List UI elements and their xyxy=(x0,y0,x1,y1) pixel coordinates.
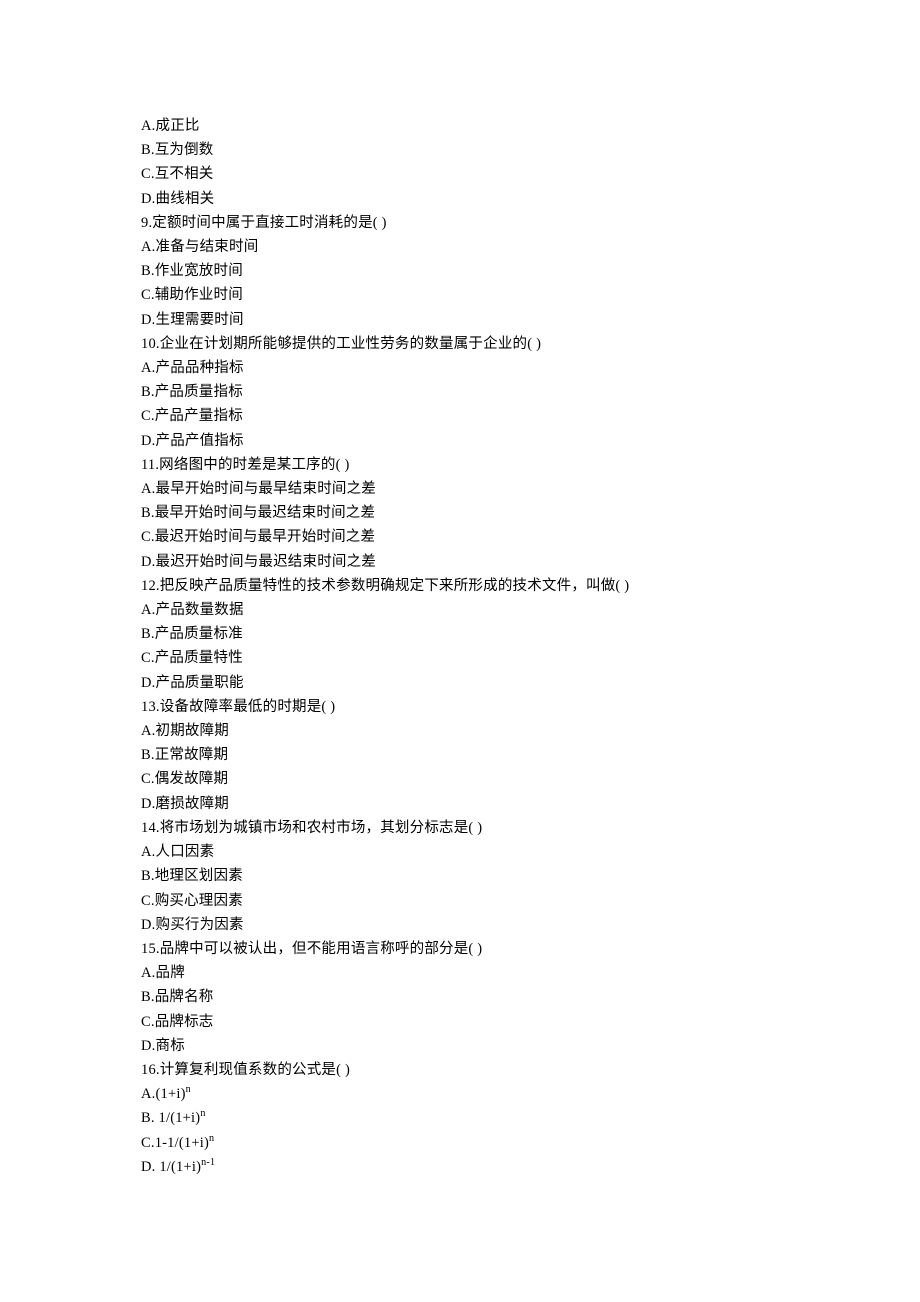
text-line: 13.设备故障率最低的时期是( ) xyxy=(141,695,781,719)
text-line: C.产品产量指标 xyxy=(141,404,781,428)
text-line: A.人口因素 xyxy=(141,840,781,864)
text-line: B.品牌名称 xyxy=(141,985,781,1009)
text-line: C.产品质量特性 xyxy=(141,646,781,670)
text-line: A.初期故障期 xyxy=(141,719,781,743)
text-line: B.最早开始时间与最迟结束时间之差 xyxy=(141,501,781,525)
text-line: C.互不相关 xyxy=(141,162,781,186)
text-line: D.生理需要时间 xyxy=(141,308,781,332)
text-line: D. 1/(1+i)n-1 xyxy=(141,1155,781,1179)
text-line: B.产品质量指标 xyxy=(141,380,781,404)
text-line: A.(1+i)n xyxy=(141,1082,781,1106)
text-line: C.偶发故障期 xyxy=(141,767,781,791)
text-line: C.辅助作业时间 xyxy=(141,283,781,307)
text-line: D.最迟开始时间与最迟结束时间之差 xyxy=(141,550,781,574)
text-line: B.地理区划因素 xyxy=(141,864,781,888)
text-line: D.曲线相关 xyxy=(141,187,781,211)
text-line: C.最迟开始时间与最早开始时间之差 xyxy=(141,525,781,549)
text-line: D.商标 xyxy=(141,1034,781,1058)
text-line: C.购买心理因素 xyxy=(141,889,781,913)
text-line: D.产品产值指标 xyxy=(141,429,781,453)
text-line: D.产品质量职能 xyxy=(141,671,781,695)
text-line: 10.企业在计划期所能够提供的工业性劳务的数量属于企业的( ) xyxy=(141,332,781,356)
text-line: A.最早开始时间与最早结束时间之差 xyxy=(141,477,781,501)
text-line: 11.网络图中的时差是某工序的( ) xyxy=(141,453,781,477)
text-line: A.准备与结束时间 xyxy=(141,235,781,259)
text-line: 9.定额时间中属于直接工时消耗的是( ) xyxy=(141,211,781,235)
text-line: D.购买行为因素 xyxy=(141,913,781,937)
text-line: B.互为倒数 xyxy=(141,138,781,162)
text-line: 12.把反映产品质量特性的技术参数明确规定下来所形成的技术文件，叫做( ) xyxy=(141,574,781,598)
text-line: C.1-1/(1+i)n xyxy=(141,1131,781,1155)
text-line: A.成正比 xyxy=(141,114,781,138)
text-line: 14.将市场划为城镇市场和农村市场，其划分标志是( ) xyxy=(141,816,781,840)
text-line: A.产品数量数据 xyxy=(141,598,781,622)
text-line: A.产品品种指标 xyxy=(141,356,781,380)
text-line: D.磨损故障期 xyxy=(141,792,781,816)
text-line: B.正常故障期 xyxy=(141,743,781,767)
document-page: A.成正比 B.互为倒数 C.互不相关 D.曲线相关 9.定额时间中属于直接工时… xyxy=(0,0,781,1179)
text-line: B.作业宽放时间 xyxy=(141,259,781,283)
text-line: 16.计算复利现值系数的公式是( ) xyxy=(141,1058,781,1082)
text-line: A.品牌 xyxy=(141,961,781,985)
text-line: B. 1/(1+i)n xyxy=(141,1106,781,1130)
text-line: C.品牌标志 xyxy=(141,1010,781,1034)
text-line: B.产品质量标准 xyxy=(141,622,781,646)
text-line: 15.品牌中可以被认出，但不能用语言称呼的部分是( ) xyxy=(141,937,781,961)
